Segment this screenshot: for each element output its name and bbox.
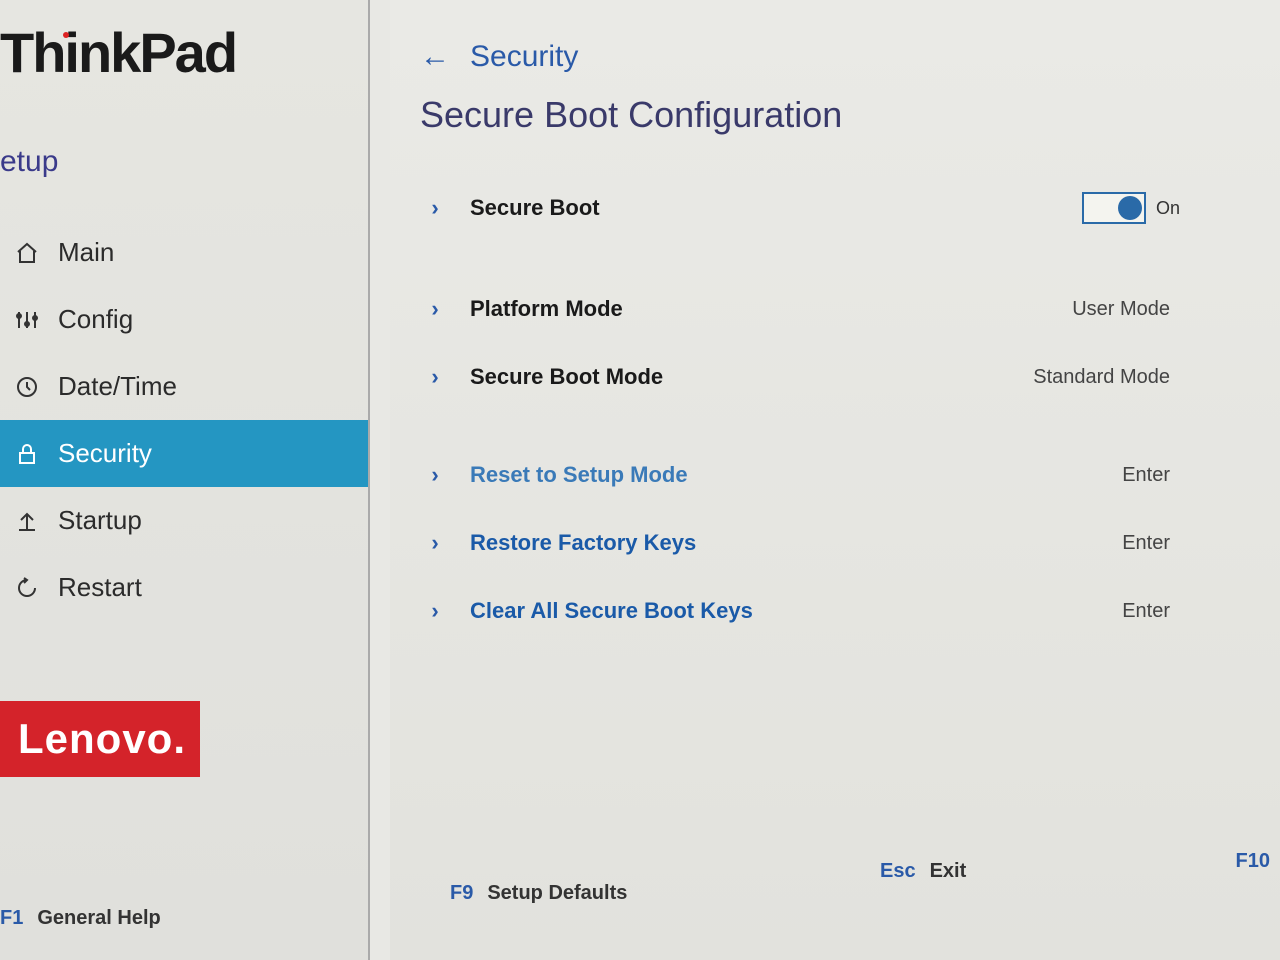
footer: F1 General Help F9 Setup Defaults Esc Ex… [0, 830, 1280, 960]
toggle-thumb [1118, 196, 1142, 220]
toggle-track [1082, 192, 1146, 224]
sidebar: ThinkPad etup Main Config Date/Time Secu… [0, 0, 370, 960]
action-label: Clear All Secure Boot Keys [470, 598, 753, 624]
setup-heading: etup [0, 115, 368, 199]
chevron-right-icon: › [420, 364, 450, 390]
action-hint: Enter [1122, 600, 1250, 623]
action-reset-setup-mode[interactable]: › Reset to Setup Mode Enter [420, 446, 1250, 504]
vendor-logo: Lenovo. [0, 701, 200, 777]
setting-platform-mode[interactable]: › Platform Mode User Mode [420, 280, 1250, 338]
chevron-right-icon: › [420, 530, 450, 556]
nav-security[interactable]: Security [0, 420, 368, 487]
setting-value: User Mode [1072, 298, 1250, 321]
action-hint: Enter [1122, 464, 1250, 487]
secure-boot-toggle[interactable]: On [1082, 192, 1250, 224]
nav-config[interactable]: Config [0, 286, 368, 353]
chevron-right-icon: › [420, 598, 450, 624]
nav-main[interactable]: Main [0, 219, 368, 286]
esc-key: Esc [880, 860, 916, 883]
nav-restart[interactable]: Restart [0, 554, 368, 621]
chevron-right-icon: › [420, 296, 450, 322]
sliders-icon [14, 307, 40, 333]
nav-label: Main [58, 237, 114, 268]
footer-setup-defaults[interactable]: F9 Setup Defaults [450, 882, 627, 905]
footer-help[interactable]: F1 General Help [0, 907, 161, 930]
toggle-state: On [1156, 198, 1180, 219]
nav-label: Date/Time [58, 371, 177, 402]
f1-key: F1 [0, 907, 23, 930]
chevron-right-icon: › [420, 462, 450, 488]
defaults-label: Setup Defaults [487, 882, 627, 905]
setting-value: Standard Mode [1033, 366, 1250, 389]
f10-key: F10 [1236, 850, 1270, 872]
arrow-left-icon: ← [420, 40, 450, 74]
action-hint: Enter [1122, 532, 1250, 555]
nav-startup[interactable]: Startup [0, 487, 368, 554]
exit-label: Exit [930, 860, 967, 883]
action-restore-factory-keys[interactable]: › Restore Factory Keys Enter [420, 514, 1250, 572]
nav-datetime[interactable]: Date/Time [0, 353, 368, 420]
brand-logo: ThinkPad [0, 0, 368, 115]
page-title: Secure Boot Configuration [420, 94, 1250, 136]
nav-label: Restart [58, 572, 142, 603]
f9-key: F9 [450, 882, 473, 905]
action-clear-secure-boot-keys[interactable]: › Clear All Secure Boot Keys Enter [420, 582, 1250, 640]
help-label: General Help [37, 907, 160, 930]
nav-label: Config [58, 304, 133, 335]
clock-icon [14, 374, 40, 400]
breadcrumb-back[interactable]: ← Security [420, 40, 1250, 74]
nav-label: Security [58, 438, 152, 469]
refresh-icon [14, 575, 40, 601]
arrow-up-icon [14, 508, 40, 534]
setting-label: Secure Boot [470, 195, 600, 221]
chevron-right-icon: › [420, 195, 450, 221]
home-icon [14, 240, 40, 266]
action-label: Restore Factory Keys [470, 530, 696, 556]
setting-label: Platform Mode [470, 296, 623, 322]
main-content: ← Security Secure Boot Configuration › S… [390, 0, 1280, 960]
nav-label: Startup [58, 505, 142, 536]
setting-secure-boot[interactable]: › Secure Boot On [420, 176, 1250, 240]
nav-list: Main Config Date/Time Security Startup [0, 219, 368, 621]
action-label: Reset to Setup Mode [470, 462, 688, 488]
footer-f10[interactable]: F10 [1236, 850, 1270, 873]
footer-exit[interactable]: Esc Exit [880, 860, 966, 883]
breadcrumb-label: Security [470, 40, 578, 74]
setting-label: Secure Boot Mode [470, 364, 663, 390]
setting-secure-boot-mode[interactable]: › Secure Boot Mode Standard Mode [420, 348, 1250, 406]
lock-icon [14, 441, 40, 467]
